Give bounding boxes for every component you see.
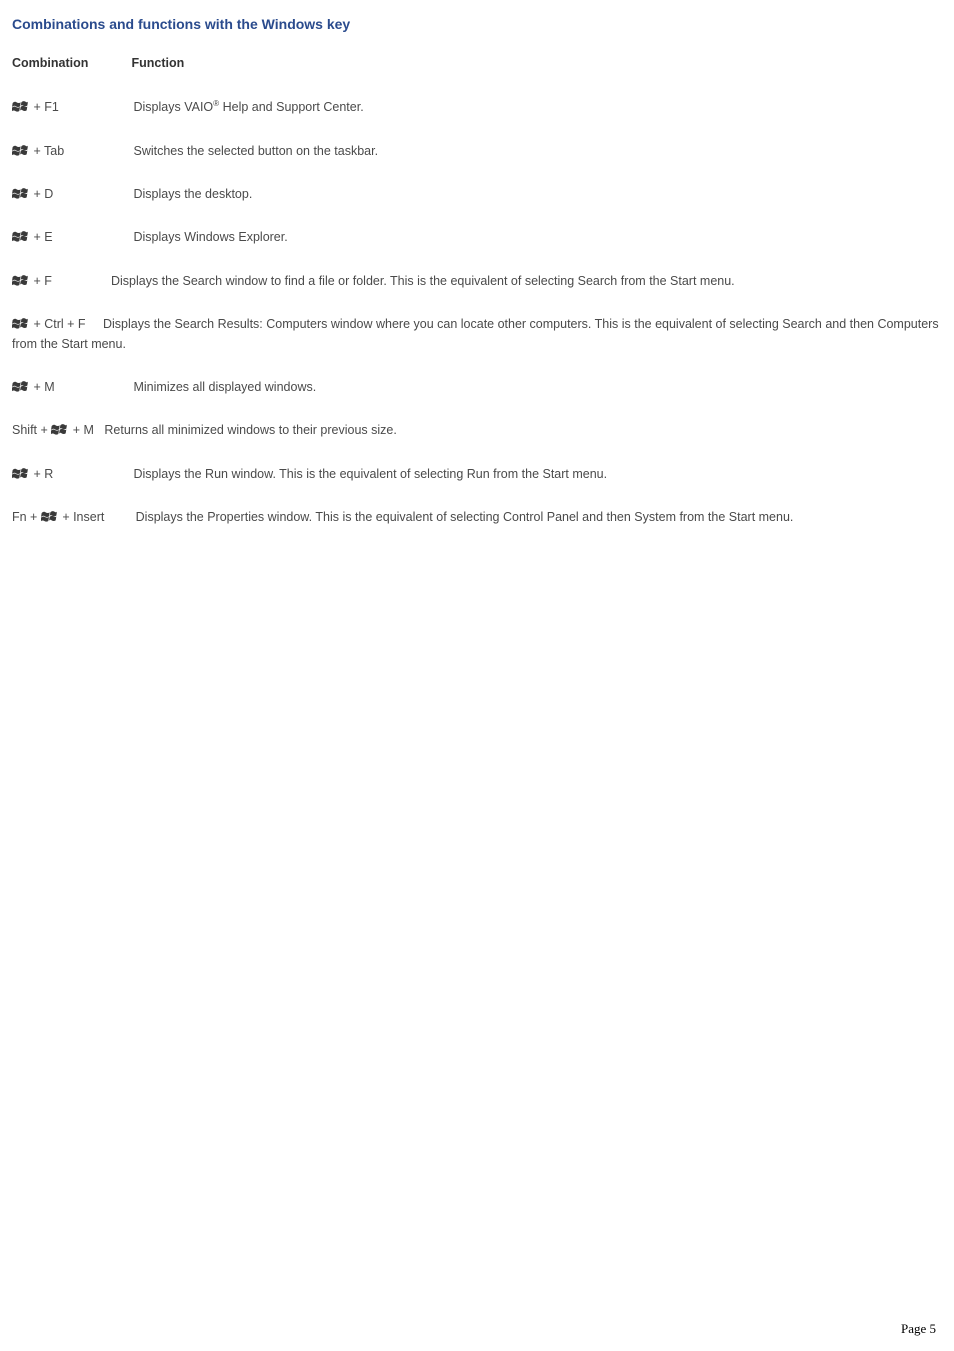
- col-function: Function: [131, 56, 184, 70]
- windows-key-icon: [51, 423, 67, 437]
- combination-cell: + Ctrl + F: [12, 317, 89, 331]
- key-text: + F: [30, 274, 52, 288]
- windows-key-icon: [12, 274, 28, 288]
- table-row: + M Minimizes all displayed windows.: [12, 378, 942, 397]
- combination-cell: + F1: [12, 98, 130, 117]
- combination-cell: Fn + + Insert: [12, 510, 108, 524]
- function-cell: Displays VAIO® Help and Support Center.: [133, 100, 363, 114]
- key-text: + F1: [30, 100, 59, 114]
- key-text: + E: [30, 230, 53, 244]
- page-number: 5: [930, 1321, 937, 1336]
- key-text: + R: [30, 467, 53, 481]
- table-row: + F1 Displays VAIO® Help and Support Cen…: [12, 98, 942, 118]
- page-title: Combinations and functions with the Wind…: [12, 16, 942, 32]
- page-label: Page: [901, 1321, 930, 1336]
- combination-cell: + F: [12, 274, 55, 288]
- page-footer: Page 5: [901, 1321, 936, 1337]
- key-text: + M: [69, 423, 94, 437]
- key-text: + Insert: [59, 510, 105, 524]
- windows-key-icon: [12, 144, 28, 158]
- combination-cell: + R: [12, 465, 130, 484]
- windows-key-icon: [41, 510, 57, 524]
- windows-key-icon: [12, 230, 28, 244]
- combination-cell: Shift + + M: [12, 423, 97, 437]
- combination-cell: + E: [12, 228, 130, 247]
- function-cell: Displays the Properties window. This is …: [136, 510, 794, 524]
- table-row: + E Displays Windows Explorer.: [12, 228, 942, 247]
- windows-key-icon: [12, 317, 28, 331]
- function-cell: Displays the Run window. This is the equ…: [133, 467, 607, 481]
- table-header: Combination Function: [12, 56, 942, 70]
- key-prefix: Fn +: [12, 510, 41, 524]
- combination-cell: + D: [12, 185, 130, 204]
- table-row: + R Displays the Run window. This is the…: [12, 465, 942, 484]
- key-text: + M: [30, 380, 55, 394]
- document-page: Combinations and functions with the Wind…: [0, 0, 954, 1351]
- function-cell: Switches the selected button on the task…: [133, 144, 378, 158]
- function-cell: Displays the Search window to find a fil…: [111, 274, 735, 288]
- table-row: + F Displays the Search window to find a…: [12, 272, 942, 291]
- combination-cell: + Tab: [12, 142, 130, 161]
- function-cell: Displays the desktop.: [133, 187, 252, 201]
- key-text: + D: [30, 187, 53, 201]
- function-cell: Displays Windows Explorer.: [133, 230, 287, 244]
- windows-key-icon: [12, 187, 28, 201]
- table-row: Shift + + M Returns all minimized window…: [12, 421, 942, 440]
- key-text: + Tab: [30, 144, 64, 158]
- function-cell: Returns all minimized windows to their p…: [104, 423, 396, 437]
- windows-key-icon: [12, 467, 28, 481]
- table-row: + D Displays the desktop.: [12, 185, 942, 204]
- windows-key-icon: [12, 380, 28, 394]
- windows-key-icon: [12, 100, 28, 114]
- col-combination: Combination: [12, 56, 128, 70]
- table-row: + Tab Switches the selected button on th…: [12, 142, 942, 161]
- table-row: Fn + + Insert Displays the Properties wi…: [12, 508, 942, 527]
- function-cell: Minimizes all displayed windows.: [133, 380, 316, 394]
- table-row: + Ctrl + F Displays the Search Results: …: [12, 315, 942, 354]
- key-prefix: Shift +: [12, 423, 51, 437]
- function-cell: Displays the Search Results: Computers w…: [12, 317, 939, 350]
- key-text: + Ctrl + F: [30, 317, 86, 331]
- combination-cell: + M: [12, 378, 130, 397]
